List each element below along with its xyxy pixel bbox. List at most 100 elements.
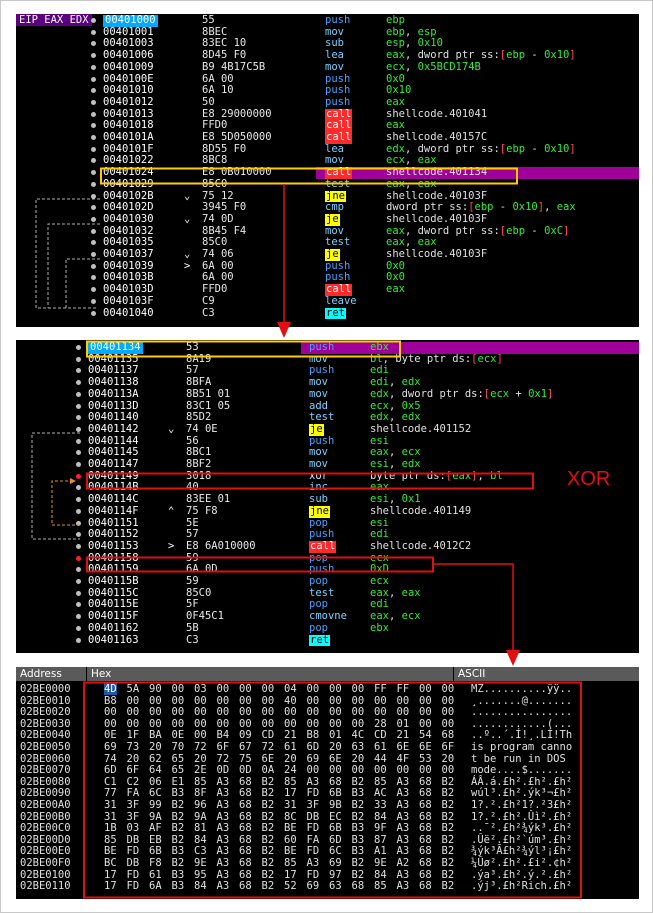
line-dot-icon[interactable] bbox=[76, 543, 81, 549]
disasm-row[interactable]: 0040115B 59 pop ecx bbox=[16, 575, 639, 588]
line-dot-icon[interactable] bbox=[91, 193, 96, 199]
dump-address[interactable]: 02BE0110 bbox=[20, 880, 71, 892]
instruction-address[interactable]: 00401040 bbox=[103, 307, 154, 320]
dump-row[interactable]: 02BE0060 74 20 62 65 20 72 75 6E 20 69 6E 20 44 4F 53 20… bbox=[16, 753, 639, 765]
line-dot-icon[interactable] bbox=[91, 41, 96, 47]
dump-ascii[interactable]: ÁÂ.á.£h².£h².£h² bbox=[471, 776, 572, 788]
line-dot-icon[interactable] bbox=[91, 53, 96, 59]
line-dot-icon[interactable] bbox=[91, 146, 96, 152]
disasm-row[interactable]: 00401147 8BF2 mov esi, edx bbox=[16, 458, 639, 471]
dump-row[interactable]: 02BE0090 77 FA 6C B3 8F A3 68 B2 17 FD 6B B3 AC A3 68 B2… bbox=[16, 787, 639, 799]
breakpoint-dot-icon[interactable] bbox=[76, 473, 81, 479]
dump-address[interactable]: 02BE0000 bbox=[20, 683, 71, 695]
instruction-address[interactable]: 00401012 bbox=[103, 96, 154, 109]
line-dot-icon[interactable] bbox=[76, 590, 81, 596]
dump-address[interactable]: 02BE00F0 bbox=[20, 857, 71, 869]
dump-ascii[interactable]: MZ..........ÿÿ.. bbox=[471, 683, 572, 695]
line-dot-icon[interactable] bbox=[76, 356, 81, 362]
dump-address[interactable]: 02BE0050 bbox=[20, 741, 71, 753]
disasm-row[interactable]: 0040114F ⌃ 75 F8 jne shellcode.401149 bbox=[16, 505, 639, 518]
line-dot-icon[interactable] bbox=[76, 508, 81, 514]
line-dot-icon[interactable] bbox=[91, 123, 96, 129]
instruction-address[interactable]: 00401030 bbox=[103, 213, 154, 226]
line-dot-icon[interactable] bbox=[76, 426, 81, 432]
dump-ascii[interactable]: ................ bbox=[471, 706, 572, 718]
dump-ascii[interactable]: mode....$....... bbox=[471, 764, 572, 776]
instruction-address[interactable]: 0040114F bbox=[88, 505, 139, 518]
disasm-row[interactable]: 00401142 ⌄ 74 0E je shellcode.401152 bbox=[16, 423, 639, 436]
dump-ascii[interactable]: ¾ýk³Ã£h²¾ýl³¡£h² bbox=[471, 845, 572, 857]
line-dot-icon[interactable] bbox=[91, 158, 96, 164]
line-dot-icon[interactable] bbox=[91, 228, 96, 234]
line-dot-icon[interactable] bbox=[76, 602, 81, 608]
memory-dump-panel[interactable]: Address Hex ASCII 02BE0000 4D 5A 90 00 03 00 00… bbox=[16, 667, 639, 899]
dump-row[interactable]: 02BE00A0 31 3F 99 B2 96 A3 68 B2 31 3F 9B B2 33 A3 68 B2… bbox=[16, 799, 639, 811]
line-dot-icon[interactable] bbox=[76, 380, 81, 386]
instruction-address[interactable]: 0040101A bbox=[103, 131, 154, 144]
dump-address[interactable]: 02BE0080 bbox=[20, 776, 71, 788]
instruction-address[interactable]: 00401134 bbox=[88, 341, 143, 354]
dump-row[interactable]: 02BE0020 00 00 00 00 00 00 00 00 00 00 00 00 00 00 00 00… bbox=[16, 706, 639, 718]
dump-address[interactable]: 02BE0040 bbox=[20, 729, 71, 741]
dump-row[interactable]: 02BE0050 69 73 20 70 72 6F 67 72 61 6D 20 63 61 6E 6E 6F… bbox=[16, 741, 639, 753]
line-dot-icon[interactable] bbox=[91, 298, 96, 304]
line-dot-icon[interactable] bbox=[91, 216, 96, 222]
line-dot-icon[interactable] bbox=[91, 170, 96, 176]
dump-row[interactable]: 02BE00B0 31 3F 9A B2 9A A3 68 B2 8C DB EC B2 84 A3 68 B2… bbox=[16, 811, 639, 823]
disasm-row[interactable]: 0040113A 8B51 01 mov edx, dword ptr ds:[ecx… bbox=[16, 388, 639, 401]
dump-row[interactable]: 02BE0070 6D 6F 64 65 2E 0D 0D 0A 24 00 00 00 00 00 00 00… bbox=[16, 764, 639, 776]
dump-address[interactable]: 02BE0070 bbox=[20, 764, 71, 776]
instruction-address[interactable]: 00401163 bbox=[88, 634, 139, 647]
dump-ascii[interactable]: is program canno bbox=[471, 741, 572, 753]
instruction-address[interactable]: 00401147 bbox=[88, 458, 139, 471]
dump-ascii[interactable]: .ýa³.£h².ý.².£h² bbox=[471, 869, 572, 881]
breakpoint-dot-icon[interactable] bbox=[76, 555, 81, 561]
instruction-address[interactable]: 0040103F bbox=[103, 295, 154, 308]
line-dot-icon[interactable] bbox=[91, 18, 96, 23]
line-dot-icon[interactable] bbox=[91, 205, 96, 211]
line-dot-icon[interactable] bbox=[76, 450, 81, 456]
instruction-address[interactable]: 00401000 bbox=[103, 14, 158, 27]
dump-row[interactable]: 02BE00D0 85 DB EB B2 84 A3 68 B2 60 FA 6D B3 87 A3 68 B2… bbox=[16, 834, 639, 846]
disasm-row[interactable]: 00401134 53 push ebx bbox=[16, 341, 639, 354]
dump-address[interactable]: 02BE0060 bbox=[20, 753, 71, 765]
dump-row[interactable]: 02BE0000 4D 5A 90 00 03 00 00 00 04 00 00 00 FF FF 00 00… bbox=[16, 683, 639, 695]
line-dot-icon[interactable] bbox=[91, 287, 96, 293]
line-dot-icon[interactable] bbox=[76, 532, 81, 538]
disasm-row[interactable]: 0040103F C9 leave bbox=[16, 295, 639, 308]
line-dot-icon[interactable] bbox=[76, 579, 81, 584]
dump-row[interactable]: 02BE00F0 BC DB F8 B2 9E A3 68 B2 85 A3 69 B2 9E A2 68 B2… bbox=[16, 857, 639, 869]
dump-address[interactable]: 02BE00C0 bbox=[20, 822, 71, 834]
disassembly-panel-2[interactable]: 00401134 53 push ebx 00401135 8A19 mov bl, byte… bbox=[16, 340, 639, 653]
line-dot-icon[interactable] bbox=[76, 345, 81, 350]
line-dot-icon[interactable] bbox=[76, 485, 81, 491]
line-dot-icon[interactable] bbox=[91, 29, 96, 35]
dump-ascii[interactable]: .ýj³.£h²Rich.£h² bbox=[471, 880, 572, 892]
line-dot-icon[interactable] bbox=[91, 310, 96, 316]
disasm-row[interactable]: 00401153 > E8 6A010000 call shellcode.4012C2 bbox=[16, 540, 639, 553]
disasm-row[interactable]: 00401163 C3 ret bbox=[16, 634, 639, 647]
line-dot-icon[interactable] bbox=[91, 263, 96, 269]
disasm-row[interactable]: 00401000 55 push ebp bbox=[16, 14, 639, 27]
dump-header-ascii[interactable]: ASCII bbox=[454, 667, 639, 681]
dump-ascii[interactable]: ..º..´.Í!¸.LÍ!Th bbox=[471, 729, 572, 741]
line-dot-icon[interactable] bbox=[91, 64, 96, 70]
dump-address[interactable]: 02BE0090 bbox=[20, 787, 71, 799]
dump-row[interactable]: 02BE0080 C1 C2 06 E1 85 A3 68 B2 85 A3 68 B2 85 A3 68 B2… bbox=[16, 776, 639, 788]
line-dot-icon[interactable] bbox=[76, 368, 81, 374]
line-dot-icon[interactable] bbox=[91, 111, 96, 117]
line-dot-icon[interactable] bbox=[91, 135, 96, 140]
dump-address[interactable]: 02BE0020 bbox=[20, 706, 71, 718]
dump-address[interactable]: 02BE00D0 bbox=[20, 834, 71, 846]
dump-header-hex[interactable]: Hex bbox=[87, 667, 453, 681]
dump-ascii[interactable]: ¸.......@....... bbox=[471, 695, 572, 707]
line-dot-icon[interactable] bbox=[91, 99, 96, 105]
dump-row[interactable]: 02BE00E0 BE FD 6B B3 C3 A3 68 B2 BE FD 6C B3 A1 A3 68 B2… bbox=[16, 845, 639, 857]
dump-row[interactable]: 02BE00C0 1B 03 AF B2 81 A3 68 B2 BE FD 6B B3 9F A3 68 B2… bbox=[16, 822, 639, 834]
dump-ascii[interactable]: ¼Ûø².£h².£i².¢h² bbox=[471, 857, 572, 869]
line-dot-icon[interactable] bbox=[91, 252, 96, 257]
dump-address[interactable]: 02BE00A0 bbox=[20, 799, 71, 811]
line-dot-icon[interactable] bbox=[76, 637, 81, 643]
disasm-row[interactable]: 00401040 C3 ret bbox=[16, 307, 639, 320]
instruction-address[interactable]: 00401153 bbox=[88, 540, 139, 553]
